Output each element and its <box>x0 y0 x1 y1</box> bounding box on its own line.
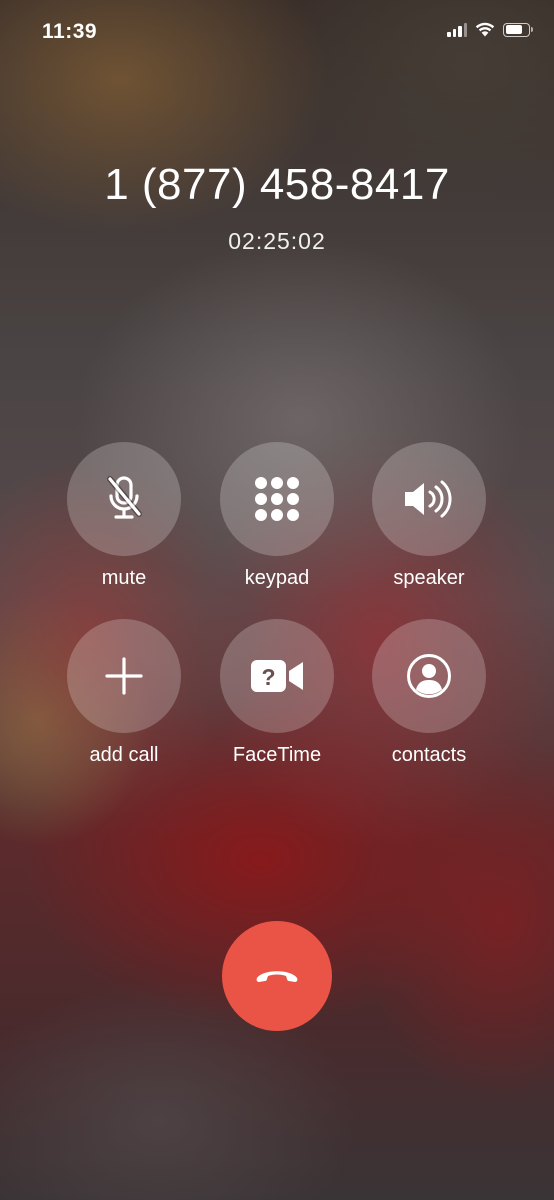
contacts-circle[interactable] <box>372 619 486 733</box>
phone-hangup-icon <box>256 971 298 982</box>
keypad-label: keypad <box>244 567 310 589</box>
speaker-button[interactable]: speaker <box>354 442 504 590</box>
mute-circle[interactable] <box>67 442 181 556</box>
battery-icon <box>503 22 533 37</box>
speaker-label: speaker <box>393 567 465 589</box>
wifi-icon <box>475 22 495 37</box>
person-circle-icon <box>407 654 451 698</box>
contacts-button[interactable]: contacts <box>354 619 504 767</box>
video-camera-question-icon: ? <box>251 660 303 692</box>
facetime-circle[interactable]: ? <box>220 619 334 733</box>
speaker-icon <box>405 480 452 518</box>
status-bar: 11:39 <box>0 0 554 66</box>
add-call-label: add call <box>89 744 159 766</box>
facetime-label: FaceTime <box>232 744 322 766</box>
contacts-label: contacts <box>391 744 467 766</box>
status-icons <box>447 22 533 37</box>
svg-text:?: ? <box>261 664 275 690</box>
call-duration: 02:25:02 <box>228 228 326 254</box>
mute-label: mute <box>101 567 147 589</box>
facetime-button[interactable]: ? FaceTime <box>202 619 352 767</box>
battery-level <box>505 25 522 34</box>
keypad-button[interactable]: keypad <box>202 442 352 590</box>
microphone-slash-icon <box>107 476 142 519</box>
keypad-circle[interactable] <box>220 442 334 556</box>
cellular-signal-icon <box>447 22 467 37</box>
plus-icon <box>105 657 143 695</box>
caller-number: 1 (877) 458-8417 <box>104 160 450 209</box>
add-call-button[interactable]: add call <box>49 619 199 767</box>
keypad-icon <box>255 477 299 521</box>
speaker-circle[interactable] <box>372 442 486 556</box>
end-call-button[interactable] <box>222 921 332 1031</box>
mute-button[interactable]: mute <box>49 442 199 590</box>
add-call-circle[interactable] <box>67 619 181 733</box>
status-time: 11:39 <box>42 20 98 43</box>
